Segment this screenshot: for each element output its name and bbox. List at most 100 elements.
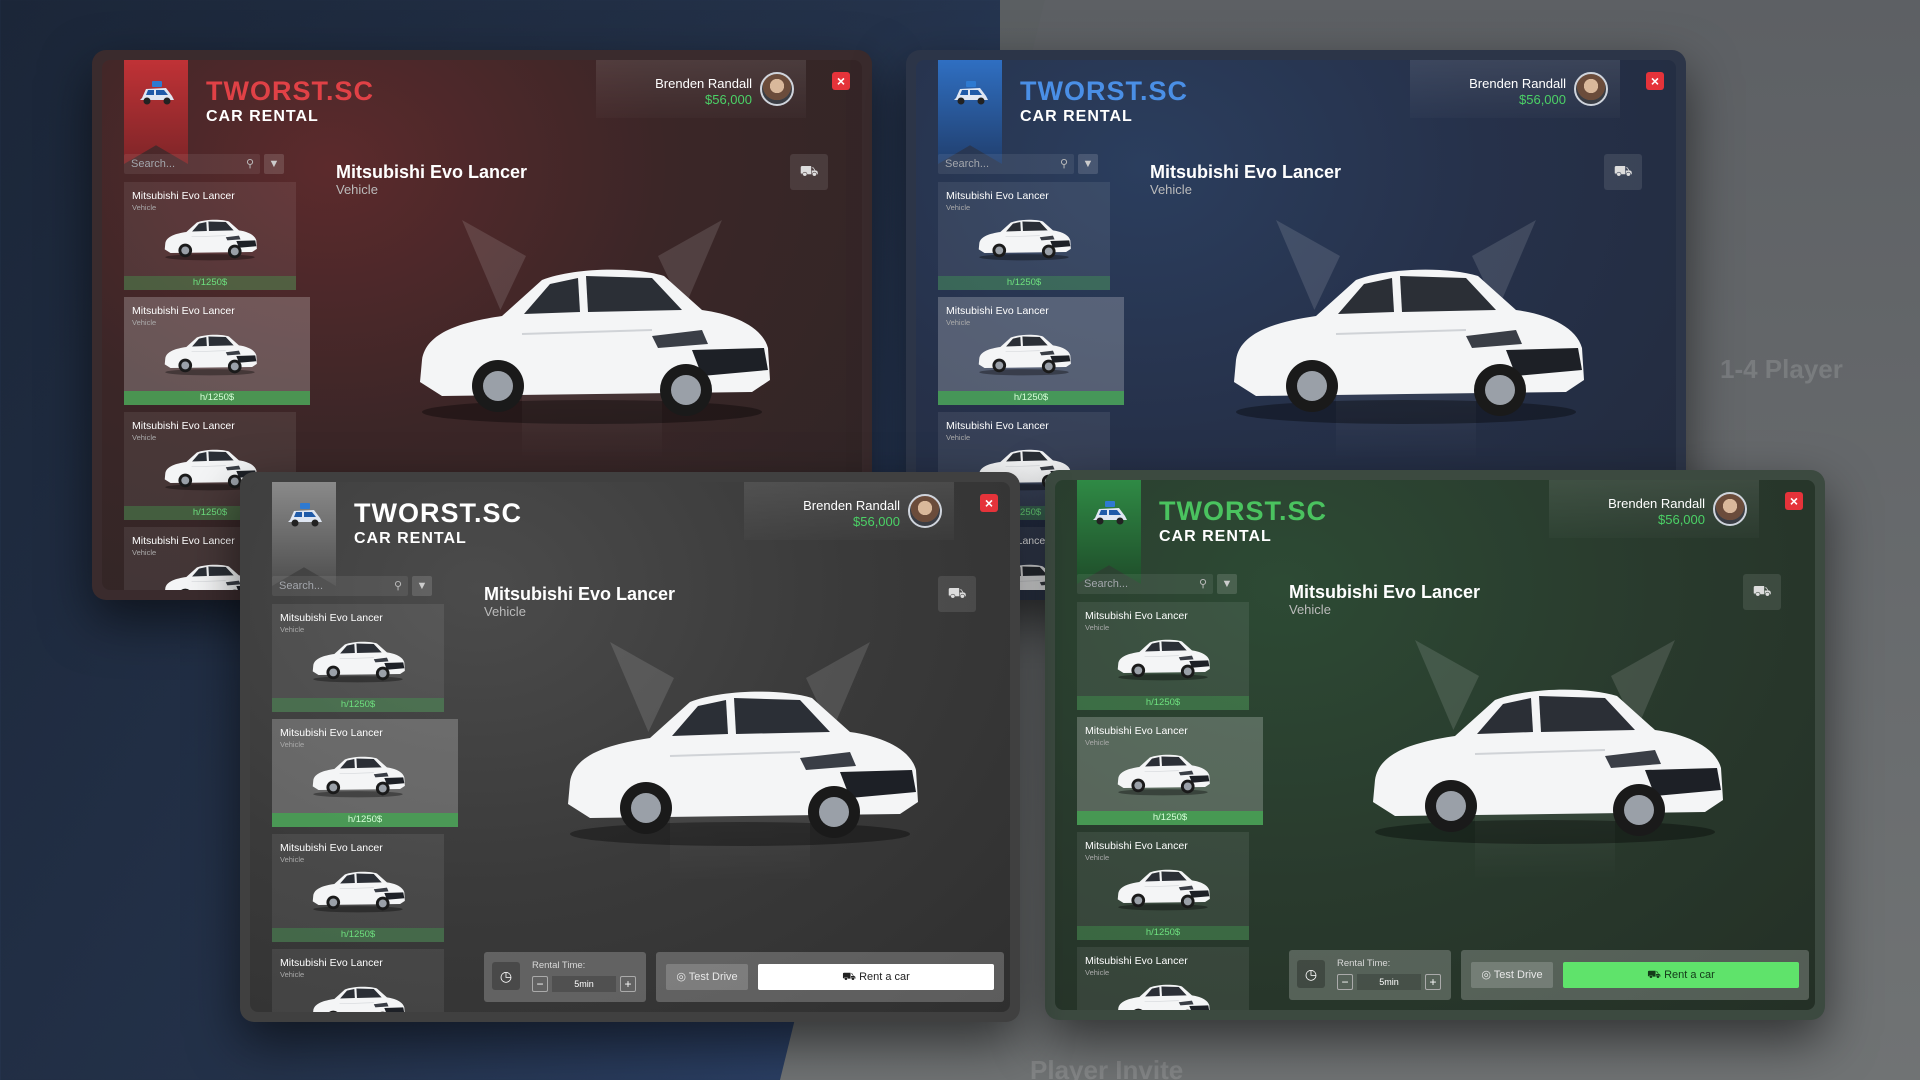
car-logo-icon xyxy=(954,81,988,105)
decrease-button[interactable]: − xyxy=(532,976,548,992)
list-item-type: Vehicle xyxy=(1085,738,1110,747)
list-item-name: Mitsubishi Evo Lancer xyxy=(280,727,383,739)
list-item[interactable]: Mitsubishi Evo Lancer Vehicle h/1250$ xyxy=(1077,947,1249,1010)
rent-car-label: Rent a car xyxy=(1664,969,1715,981)
search-input[interactable]: Search... ⚲ xyxy=(1077,574,1213,594)
vehicle-list[interactable]: Mitsubishi Evo Lancer Vehicle h/1250$ Mi… xyxy=(272,604,462,1012)
user-box: Brenden Randall $56,000 xyxy=(744,482,954,540)
rental-time-box: ◷ Rental Time: − 5min + xyxy=(1289,950,1451,1000)
list-item-price: h/1250$ xyxy=(124,276,296,290)
car-thumbnail xyxy=(312,756,405,798)
list-item[interactable]: Mitsubishi Evo Lancer Vehicle h/1250$ xyxy=(272,949,444,1012)
close-button[interactable]: × xyxy=(832,72,850,90)
increase-button[interactable]: + xyxy=(1425,974,1441,990)
list-item[interactable]: Mitsubishi Evo Lancer Vehicle h/1250$ xyxy=(938,297,1124,405)
list-item-price: h/1250$ xyxy=(938,276,1110,290)
search-icon: ⚲ xyxy=(245,158,254,170)
list-item-type: Vehicle xyxy=(946,203,971,212)
car-thumbnail xyxy=(164,219,257,261)
list-item-name: Mitsubishi Evo Lancer xyxy=(132,305,235,317)
list-item[interactable]: Mitsubishi Evo Lancer Vehicle h/1250$ xyxy=(938,182,1110,290)
user-money: $56,000 xyxy=(1519,92,1566,107)
list-item-price: h/1250$ xyxy=(124,391,310,405)
avatar xyxy=(760,72,794,106)
search-placeholder: Search... xyxy=(279,580,324,592)
background-text-invite: Player Invite xyxy=(1030,1055,1184,1080)
list-item-name: Mitsubishi Evo Lancer xyxy=(132,420,235,432)
brand-title: TWORST.SC xyxy=(1020,76,1188,106)
rent-car-button[interactable]: ⛟ Rent a car xyxy=(758,964,994,990)
garage-button[interactable]: ⛟ xyxy=(938,576,976,612)
search-input[interactable]: Search... ⚲ xyxy=(124,154,260,174)
logo-banner xyxy=(1077,480,1141,584)
filter-icon: ▼ xyxy=(268,158,280,170)
user-money: $56,000 xyxy=(1658,512,1705,527)
increase-button[interactable]: + xyxy=(620,976,636,992)
car-thumbnail xyxy=(1117,639,1210,681)
search-input[interactable]: Search... ⚲ xyxy=(272,576,408,596)
rental-time-value: 5min xyxy=(552,976,616,992)
test-drive-button[interactable]: ◎ Test Drive xyxy=(1471,962,1553,988)
filter-button[interactable]: ▼ xyxy=(412,576,432,596)
clock-icon: ◷ xyxy=(492,962,520,990)
rental-time-label: Rental Time: xyxy=(532,960,586,971)
list-item-type: Vehicle xyxy=(1085,623,1110,632)
search-icon: ⚲ xyxy=(1198,578,1207,590)
filter-icon: ▼ xyxy=(1082,158,1094,170)
list-item[interactable]: Mitsubishi Evo Lancer Vehicle h/1250$ xyxy=(124,182,296,290)
vehicle-stage xyxy=(1355,640,1735,880)
filter-button[interactable]: ▼ xyxy=(1078,154,1098,174)
list-item-type: Vehicle xyxy=(132,318,157,327)
list-item[interactable]: Mitsubishi Evo Lancer Vehicle h/1250$ xyxy=(272,604,444,712)
close-button[interactable]: × xyxy=(1646,72,1664,90)
car-thumbnail xyxy=(313,986,405,1012)
test-drive-button[interactable]: ◎ Test Drive xyxy=(666,964,748,990)
filter-icon: ▼ xyxy=(416,580,428,592)
car-thumbnail xyxy=(312,641,405,683)
user-name: Brenden Randall xyxy=(655,76,752,91)
list-item-type: Vehicle xyxy=(132,548,157,557)
list-item-price: h/1250$ xyxy=(1077,696,1249,710)
user-box: Brenden Randall $56,000 xyxy=(596,60,806,118)
filter-button[interactable]: ▼ xyxy=(1217,574,1237,594)
list-item-type: Vehicle xyxy=(1085,968,1110,977)
vehicle-type: Vehicle xyxy=(336,182,378,197)
list-item[interactable]: Mitsubishi Evo Lancer Vehicle h/1250$ xyxy=(1077,832,1249,940)
search-input[interactable]: Search... ⚲ xyxy=(938,154,1074,174)
list-item[interactable]: Mitsubishi Evo Lancer Vehicle h/1250$ xyxy=(272,834,444,942)
list-item[interactable]: Mitsubishi Evo Lancer Vehicle h/1250$ xyxy=(1077,602,1249,710)
car-thumbnail xyxy=(312,871,405,913)
list-item[interactable]: Mitsubishi Evo Lancer Vehicle h/1250$ xyxy=(1077,717,1263,825)
decrease-button[interactable]: − xyxy=(1337,974,1353,990)
list-item-price: h/1250$ xyxy=(272,698,444,712)
close-button[interactable]: × xyxy=(980,494,998,512)
background-text-players: 1-4 Player xyxy=(1720,354,1843,384)
car-thumbnail xyxy=(1118,984,1210,1010)
car-icon: ⛟ xyxy=(947,585,967,602)
garage-button[interactable]: ⛟ xyxy=(790,154,828,190)
garage-button[interactable]: ⛟ xyxy=(1604,154,1642,190)
list-item-name: Mitsubishi Evo Lancer xyxy=(280,612,383,624)
car-image xyxy=(1234,269,1584,424)
rent-car-button[interactable]: ⛟ Rent a car xyxy=(1563,962,1799,988)
list-item[interactable]: Mitsubishi Evo Lancer Vehicle h/1250$ xyxy=(124,297,310,405)
rental-time-label: Rental Time: xyxy=(1337,958,1391,969)
list-item-price: h/1250$ xyxy=(272,813,458,827)
list-item-type: Vehicle xyxy=(946,433,971,442)
list-item-name: Mitsubishi Evo Lancer xyxy=(946,305,1049,317)
rental-time-box: ◷ Rental Time: − 5min + xyxy=(484,952,646,1002)
list-item-type: Vehicle xyxy=(280,855,305,864)
rental-bar: ◷ Rental Time: − 5min + ◎ Test Drive ⛟ R… xyxy=(484,952,1004,1004)
rent-car-label: Rent a car xyxy=(859,971,910,983)
brand-title: TWORST.SC xyxy=(354,498,522,528)
filter-icon: ▼ xyxy=(1221,578,1233,590)
user-name: Brenden Randall xyxy=(803,498,900,513)
list-item-type: Vehicle xyxy=(132,203,157,212)
vehicle-list[interactable]: Mitsubishi Evo Lancer Vehicle h/1250$ Mi… xyxy=(1077,602,1267,1010)
filter-button[interactable]: ▼ xyxy=(264,154,284,174)
garage-button[interactable]: ⛟ xyxy=(1743,574,1781,610)
list-item[interactable]: Mitsubishi Evo Lancer Vehicle h/1250$ xyxy=(272,719,458,827)
brand-subtitle: CAR RENTAL xyxy=(354,530,467,547)
close-button[interactable]: × xyxy=(1785,492,1803,510)
car-icon: ⛟ xyxy=(1613,163,1633,180)
